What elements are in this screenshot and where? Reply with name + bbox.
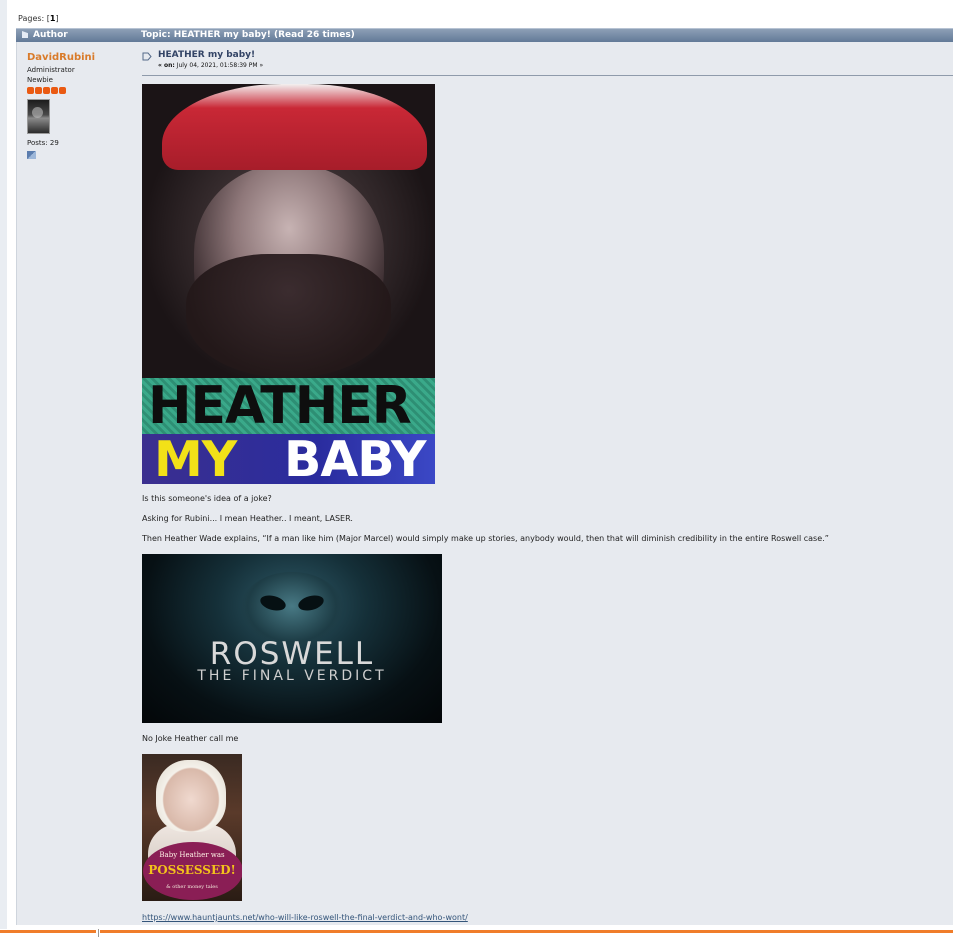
post-date-prefix: « on: [158,62,175,69]
image-text-final-verdict: THE FINAL VERDICT [197,668,387,684]
poster-post-count: Posts: 29 [27,139,59,147]
baby-heather-possessed-image: Baby Heather was POSSESSED! & other mone… [142,754,242,901]
message-icon [142,52,152,61]
heather-my-baby-image: HEATHER MY BABY [142,84,435,484]
post-paragraph: No Joke Heather call me [142,734,239,743]
topic-title: Topic: HEATHER my baby! (Read 26 times) [141,30,355,40]
post-container: DavidRubini Administrator Newbie Posts: … [16,42,953,925]
image-text-baby: BABY [284,431,426,484]
poster-role: Administrator [27,66,75,74]
image-text-roswell: ROSWELL [209,636,375,672]
hauntjaunts-link[interactable]: https://www.hauntjaunts.net/who-will-lik… [142,913,468,922]
topic-header-bar: Author Topic: HEATHER my baby! (Read 26 … [16,28,953,43]
pagination: Pages: [1] [18,14,59,23]
rank-star-icon [35,87,42,94]
rank-stars [27,87,137,94]
footer-accent-right [100,930,953,933]
doll-face [156,760,226,832]
poster-name-link[interactable]: DavidRubini [27,52,137,63]
post-header: HEATHER my baby! « on: July 04, 2021, 01… [142,50,953,76]
roswell-final-verdict-image: ROSWELL THE FINAL VERDICT [142,554,442,723]
post-paragraph: Is this someone's idea of a joke? [142,494,272,503]
pagination-label: Pages: [ [18,14,50,23]
avatar[interactable] [27,99,50,134]
post-link-wrap: https://www.hauntjaunts.net/who-will-lik… [142,913,468,922]
image-text-my: MY [154,431,237,484]
poster-info: DavidRubini Administrator Newbie Posts: … [27,52,137,159]
image-text-money-tales: & other money tales [166,884,218,890]
image-text-heather: HEATHER [148,376,412,436]
rank-star-icon [27,87,34,94]
rank-star-icon [51,87,58,94]
post-paragraph: Then Heather Wade explains, “If a man li… [142,534,829,543]
author-column-header: Author [22,30,68,40]
pagination-close: ] [55,14,59,23]
rank-star-icon [59,87,66,94]
footer-accent-left [0,930,96,933]
photo-beard [186,254,391,378]
footer-bar [0,929,953,937]
author-label: Author [33,30,68,40]
profile-icon[interactable] [27,151,36,159]
topic-icon [22,31,28,38]
post-paragraph: Asking for Rubini... I mean Heather.. I … [142,514,353,523]
post-date-value: July 04, 2021, 01:58:39 PM » [174,62,264,69]
poster-rank: Newbie [27,76,53,84]
post-subject-link[interactable]: HEATHER my baby! [158,50,255,60]
post-date: « on: July 04, 2021, 01:58:39 PM » [158,62,263,69]
image-text-possessed: POSSESSED! [148,863,236,877]
image-text-baby-heather: Baby Heather was [159,851,225,859]
footer-divider [98,929,99,937]
rank-star-icon [43,87,50,94]
